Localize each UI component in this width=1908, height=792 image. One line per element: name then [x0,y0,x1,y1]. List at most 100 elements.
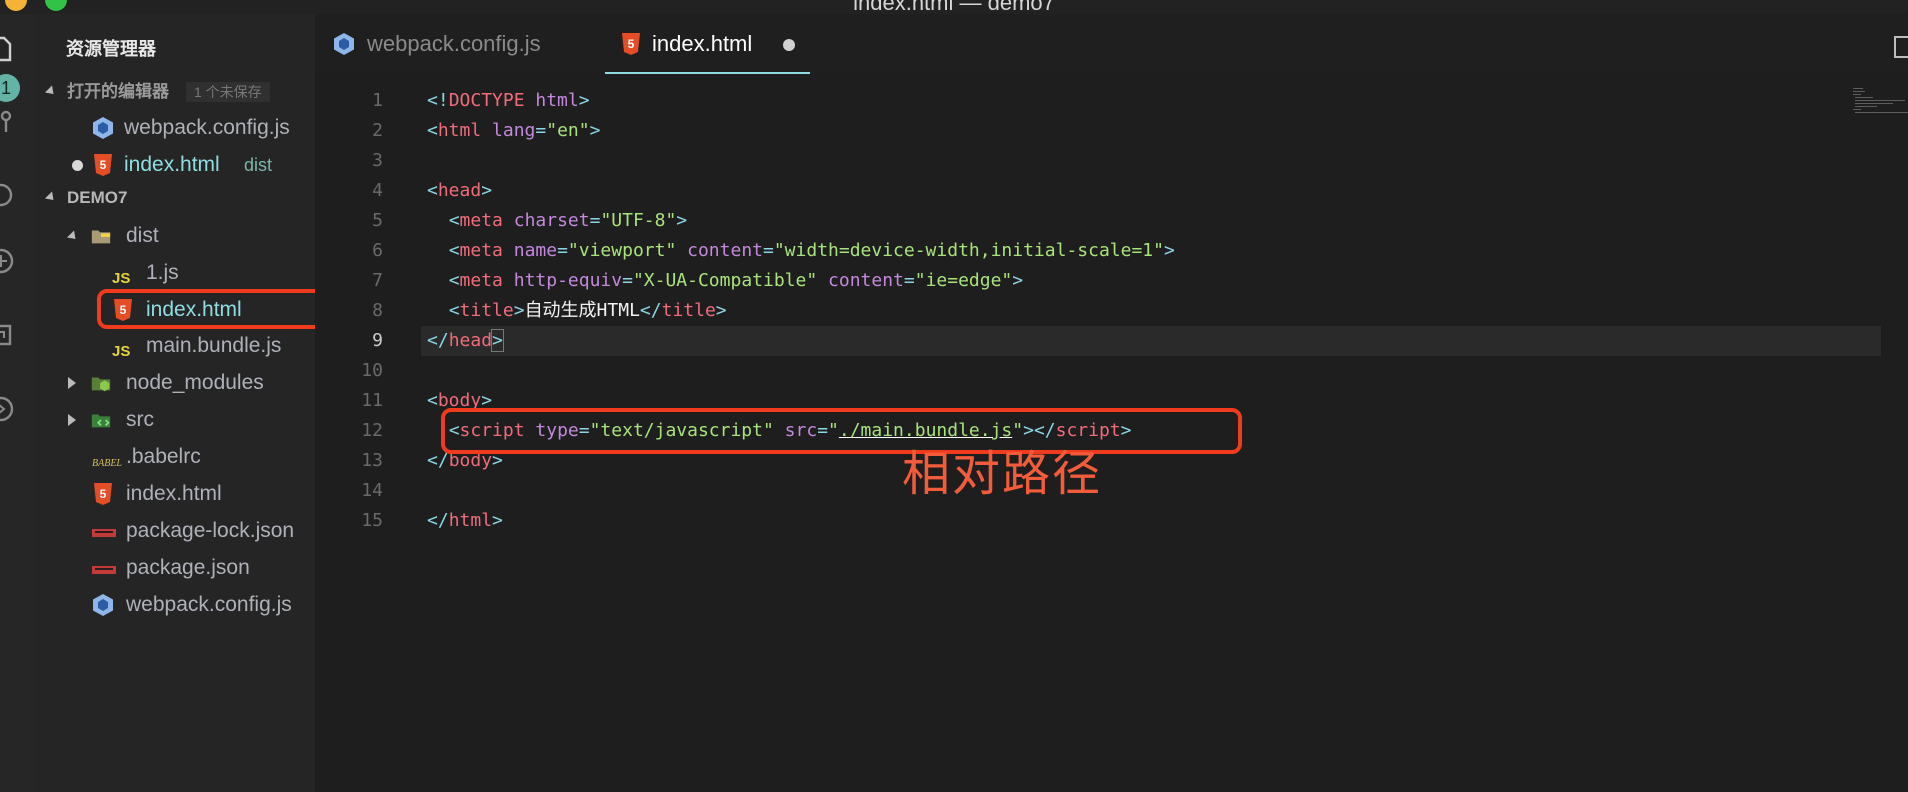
annotation-label: 相对路径 [902,448,1103,501]
tag-name: title [661,300,716,321]
doctype-value: html [524,90,579,111]
tree-folder-src[interactable]: src [34,402,315,438]
open-editor-name: webpack.config.js [124,116,290,139]
svg-text:5: 5 [100,158,107,172]
minimap-line [1855,106,1877,107]
tree-file-main-bundle-js[interactable]: JS main.bundle.js [34,328,315,364]
tree-file-package-lock-json[interactable]: package-lock.json [34,513,315,549]
attribute-value: "ie=edge" [914,270,1013,291]
tag-name: head [448,330,493,351]
doctype-keyword: DOCTYPE [448,90,525,111]
punctuation: < [427,120,438,141]
open-editors-section-header[interactable]: 打开的编辑器 1 个未保存 [34,78,315,106]
tree-file-index-html[interactable]: 5 index.html [34,476,315,512]
punctuation: > [1012,270,1024,291]
minimap[interactable] [1853,88,1908,118]
node-folder-icon [91,377,111,392]
code-line[interactable]: </html> [427,506,1887,536]
code-line[interactable]: <head> [427,176,1887,206]
code-line[interactable]: <meta charset="UTF-8"> [427,206,1887,236]
timeline-icon[interactable] [0,394,16,424]
punctuation: > [676,210,688,231]
code-line[interactable]: <html lang="en"> [427,116,1887,146]
line-number: 6 [372,240,383,261]
attribute-name: charset [502,210,590,231]
tree-file-1-js[interactable]: JS 1.js [34,255,315,291]
tree-folder-dist[interactable]: dist [34,218,315,254]
tag-name: meta [459,210,503,231]
line-number: 2 [372,120,383,141]
babel-icon: BABEL [92,458,122,469]
tree-item-label: 1.js [146,261,179,284]
explorer-sidebar: 资源管理器 打开的编辑器 1 个未保存 webpack.config.js 5 … [34,14,327,792]
active-tab-indicator [605,72,810,74]
extensions-icon[interactable] [0,246,16,276]
js-file-icon: JS [112,343,131,360]
code-line[interactable]: <title>自动生成HTML</title> [427,296,1887,326]
punctuation: > [513,300,525,321]
source-control-icon[interactable] [0,108,16,138]
bracket-match-highlight: > [491,329,504,352]
punctuation: <! [427,90,449,111]
js-file-icon: JS [112,270,131,287]
punctuation: </ [427,330,449,351]
chevron-down-icon [44,191,58,204]
webpack-icon [93,594,113,616]
open-editor-item-index-html[interactable]: 5 index.html dist [34,147,315,183]
tree-folder-node-modules[interactable]: node_modules [34,365,315,401]
punctuation: < [448,240,460,261]
debug-icon[interactable] [0,180,16,210]
editor-tabs: webpack.config.js 5 index.html [315,14,1908,74]
punctuation: = [903,270,915,291]
npm-icon [92,519,116,543]
tree-file-webpack-config[interactable]: webpack.config.js [34,587,315,623]
attribute-name: lang [481,120,536,141]
split-editor-icon[interactable] [1894,36,1908,58]
unsaved-dot-icon[interactable] [72,160,83,171]
attribute-name: content [676,240,763,261]
punctuation: = [763,240,774,261]
unsaved-count-pill: 1 个未保存 [186,82,270,102]
code-line[interactable]: <meta http-equiv="X-UA-Compatible" conte… [427,266,1887,296]
punctuation: = [622,270,633,291]
explorer-icon[interactable] [0,34,16,64]
code-line[interactable]: <!DOCTYPE html> [427,86,1887,116]
tree-item-label: package-lock.json [126,519,295,542]
project-section-header[interactable]: DEMO7 [34,184,315,212]
line-number-active: 9 [372,330,383,351]
line-number: 4 [372,180,383,201]
minimap-line [1855,103,1893,104]
minimap-line [1855,100,1905,101]
attribute-name: name [502,240,558,261]
unsaved-count-badge: 1 [0,74,20,102]
tree-file-package-json[interactable]: package.json [34,550,315,586]
punctuation: < [427,390,438,411]
punctuation: > [578,90,590,111]
title-text: 自动生成HTML [524,300,640,321]
tab-index-html[interactable]: 5 index.html [620,14,810,74]
open-editor-folder-tag: dist [244,155,273,175]
tag-name: head [437,180,482,201]
tab-webpack-config[interactable]: webpack.config.js [333,14,583,74]
line-number: 14 [361,480,383,501]
tag-name: title [459,300,514,321]
webpack-icon [93,117,113,139]
code-line[interactable]: <meta name="viewport" content="width=dev… [427,236,1887,266]
open-editor-item-webpack-config[interactable]: webpack.config.js [34,110,315,146]
line-number: 3 [372,150,383,171]
minimap-line [1853,88,1863,89]
annotation-highlight-box [441,408,1242,454]
line-number: 7 [372,270,383,291]
tab-label: index.html [652,31,753,56]
remote-explorer-icon[interactable] [0,320,16,350]
punctuation: > [1163,240,1175,261]
tree-file-babelrc[interactable]: BABEL .babelrc [34,439,315,475]
editor-area: webpack.config.js 5 index.html 1 2 3 4 5… [315,14,1908,792]
unsaved-dot-icon[interactable] [783,39,795,51]
line-number: 1 [372,90,383,111]
webpack-icon [334,33,354,55]
code-line-current[interactable]: </head> [421,326,1881,356]
tree-item-label: node_modules [126,371,264,394]
tag-name: meta [459,270,503,291]
chevron-down-icon [66,230,80,243]
